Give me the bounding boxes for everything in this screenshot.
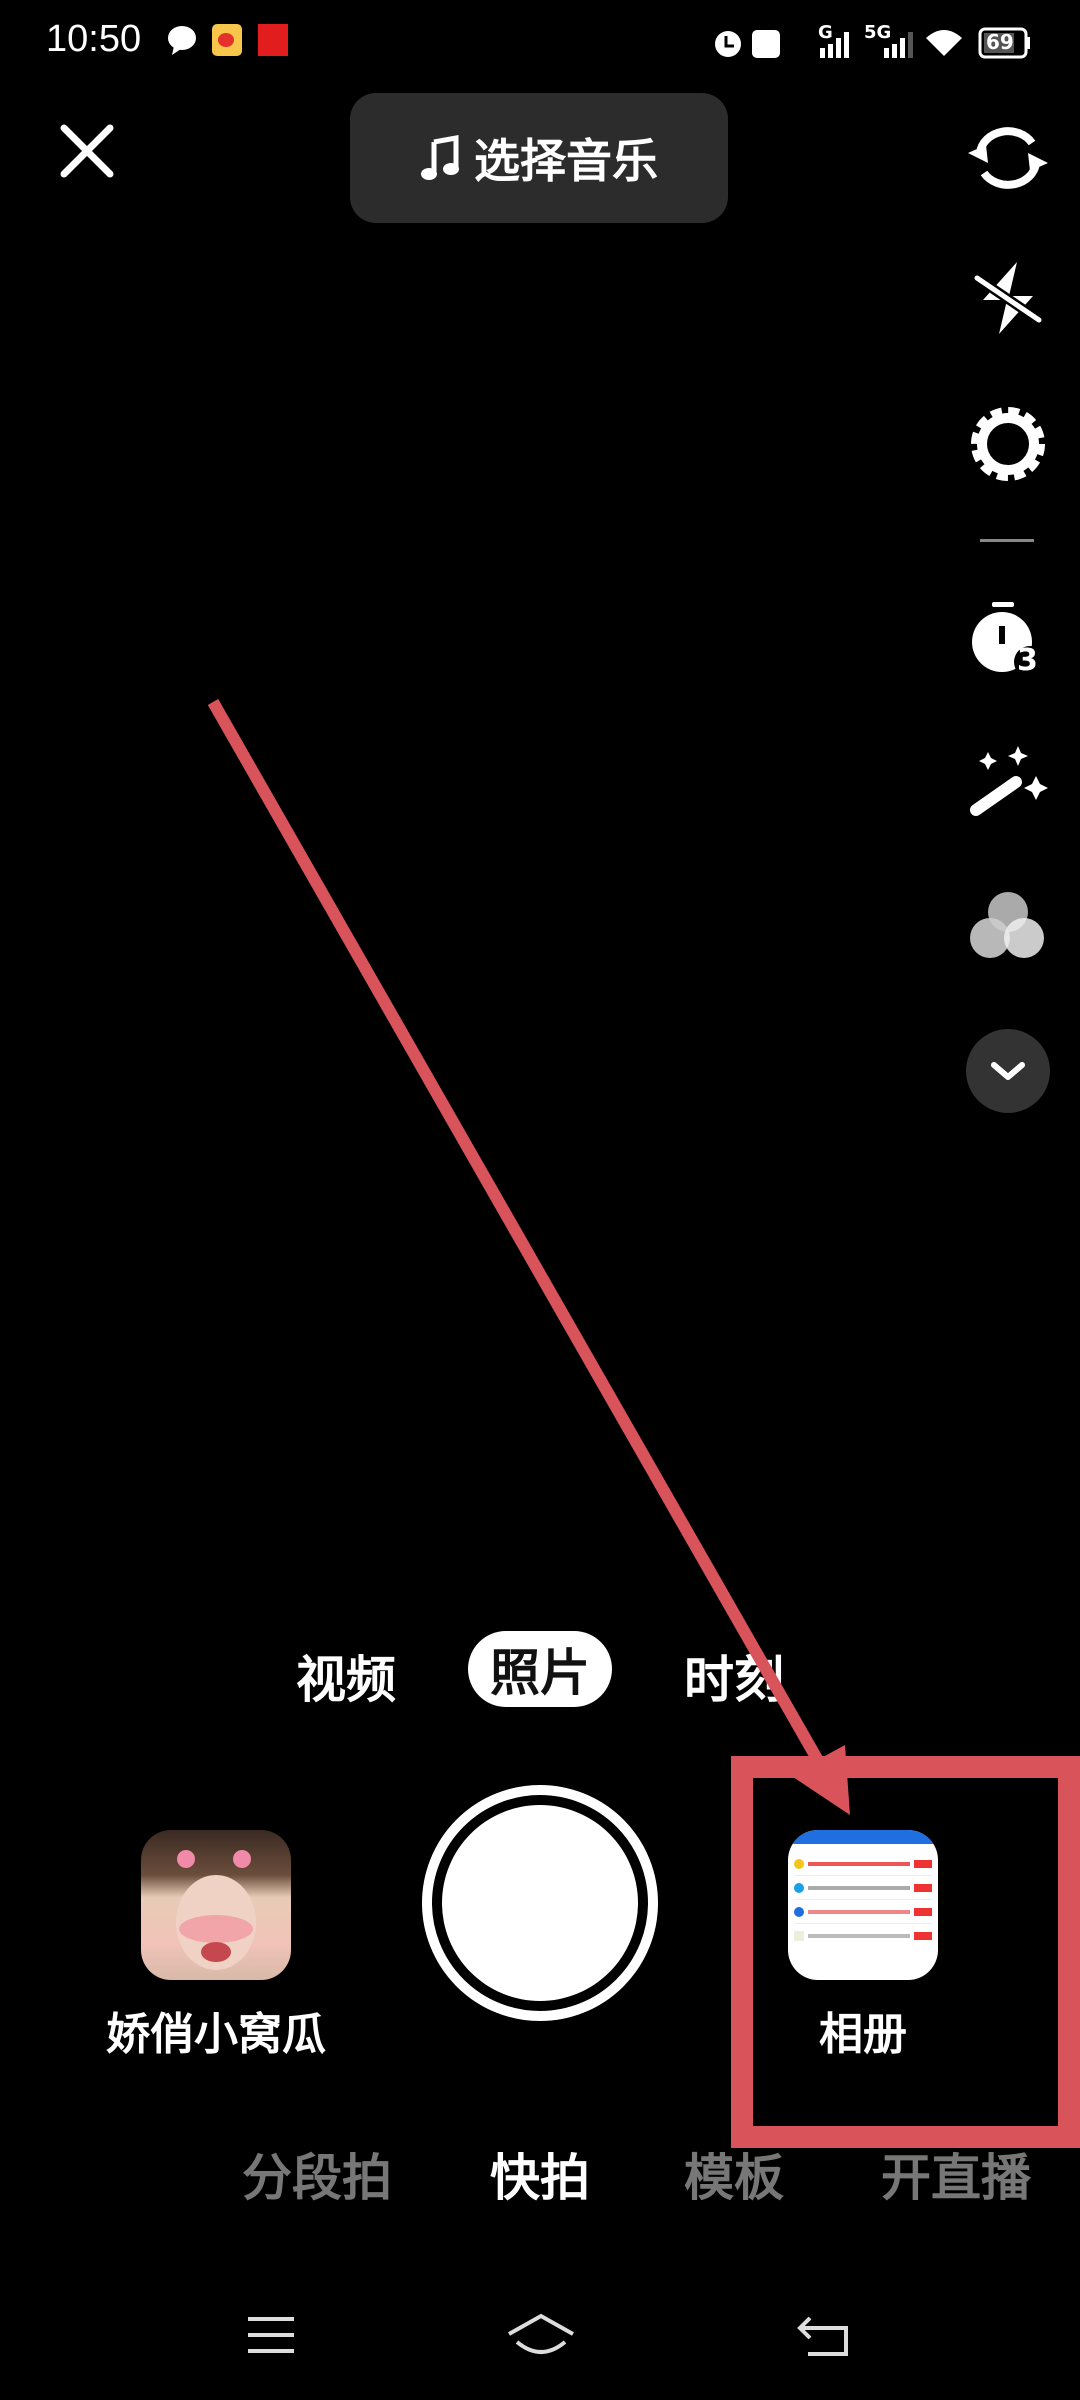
settings-icon: [971, 407, 1045, 481]
chevron-down-icon: [991, 1062, 1025, 1080]
shutter-button[interactable]: [422, 1785, 658, 2021]
close-icon[interactable]: [60, 124, 114, 178]
status-time: 10:50: [46, 18, 142, 60]
effect-thumbnail[interactable]: [141, 1830, 291, 1980]
annotation-arrow: [207, 699, 842, 1795]
back-icon[interactable]: [796, 2314, 852, 2358]
bottom-tab-quick[interactable]: 快拍: [490, 2138, 590, 2210]
home-icon[interactable]: [505, 2312, 577, 2358]
music-label: 选择音乐: [474, 134, 658, 188]
network-2: 5G: [864, 22, 892, 43]
album-label: 相册: [819, 2009, 907, 2060]
bottom-tab-segment[interactable]: 分段拍: [242, 2138, 392, 2210]
message-icon: [168, 26, 196, 55]
tab-moment[interactable]: 时刻: [684, 1640, 784, 1712]
beauty-wand-icon: [970, 746, 1048, 816]
bottom-tab-template[interactable]: 模板: [684, 2138, 784, 2210]
effect-label: 娇俏小窝瓜: [106, 2009, 326, 2060]
music-note-icon: [421, 135, 459, 180]
settings-button[interactable]: [963, 399, 1053, 489]
network-1: G: [818, 22, 833, 43]
filter-icon: [970, 892, 1044, 958]
beauty-button[interactable]: [963, 735, 1053, 825]
flash-off-icon: [974, 262, 1042, 334]
bottom-tab-live[interactable]: 开直播: [881, 2138, 1031, 2210]
weibo-icon: [212, 24, 242, 56]
app-notification-icon: [258, 24, 288, 56]
tab-photo-label: 照片: [490, 1644, 590, 1702]
flash-button[interactable]: [963, 253, 1053, 343]
timer-button[interactable]: 3: [963, 595, 1053, 685]
more-tools-button[interactable]: [966, 1029, 1050, 1113]
tab-video[interactable]: 视频: [296, 1640, 396, 1712]
battery-level: 69: [986, 30, 1014, 54]
tab-photo[interactable]: 照片: [468, 1631, 612, 1707]
select-music-button[interactable]: 选择音乐: [350, 93, 728, 223]
navigation-bar: [0, 2270, 1080, 2400]
timer-badge: 3: [1017, 643, 1038, 678]
filter-button[interactable]: [963, 881, 1053, 971]
menu-icon[interactable]: [246, 2315, 296, 2355]
flip-camera-button[interactable]: [963, 113, 1053, 203]
divider: [980, 539, 1034, 542]
flip-camera-icon: [968, 127, 1048, 189]
annotation-arrowhead: [790, 1745, 850, 1815]
status-bar: 10:50 HD G 5G 69: [0, 0, 1080, 80]
album-thumbnail[interactable]: [788, 1830, 938, 1980]
